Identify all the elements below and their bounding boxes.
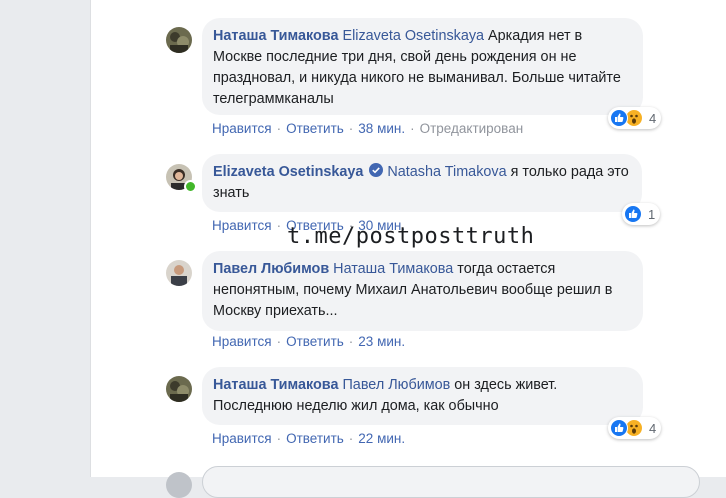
like-link[interactable]: Нравится [212, 121, 272, 136]
avatar[interactable] [166, 27, 192, 53]
comment-author[interactable]: Elizaveta Osetinskaya [213, 164, 363, 180]
separator: · [348, 431, 354, 446]
comment-bubble: Павел Любимов Наташа Тимакова тогда оста… [202, 251, 643, 331]
reaction-count: 4 [649, 110, 657, 126]
separator: · [276, 218, 282, 233]
comment-author[interactable]: Павел Любимов [213, 261, 329, 277]
comment-actions: Нравится · Ответить · 22 мин. [212, 431, 405, 446]
comment-bubble: Наташа Тимакова Павел Любимов он здесь ж… [202, 367, 643, 425]
current-user-avatar [166, 472, 192, 498]
separator: · [276, 431, 282, 446]
reaction-count: 4 [649, 420, 657, 436]
reaction-summary[interactable]: 4 [608, 107, 662, 129]
avatar[interactable] [166, 376, 192, 402]
reply-link[interactable]: Ответить [286, 431, 344, 446]
comment-time[interactable]: 38 мин. [358, 121, 405, 136]
watermark: t.me/postposttruth [287, 224, 535, 249]
reaction-summary[interactable]: 1 [622, 203, 661, 225]
like-link[interactable]: Нравится [212, 334, 272, 349]
reply-link[interactable]: Ответить [286, 334, 344, 349]
comment-time[interactable]: 22 мин. [358, 431, 405, 446]
thumbs-up-icon [610, 419, 628, 437]
comment-mention[interactable]: Natasha Timakova [387, 164, 506, 180]
separator: · [348, 334, 354, 349]
verified-badge-icon [369, 163, 384, 177]
like-link[interactable]: Нравится [212, 218, 272, 233]
reaction-count: 1 [648, 206, 656, 222]
comment-mention[interactable]: Павел Любимов [342, 377, 450, 393]
comment-author[interactable]: Наташа Тимакова [213, 377, 338, 393]
separator: · [410, 121, 415, 136]
separator: · [276, 334, 282, 349]
online-status-indicator [184, 180, 197, 193]
thumbs-up-icon [624, 205, 642, 223]
comment-time[interactable]: 23 мин. [358, 334, 405, 349]
separator: · [348, 121, 354, 136]
comment-author[interactable]: Наташа Тимакова [213, 28, 338, 44]
comment-mention[interactable]: Наташа Тимакова [333, 261, 453, 277]
like-link[interactable]: Нравится [212, 431, 272, 446]
edited-label: Отредактирован [419, 121, 524, 136]
comment-actions: Нравится · Ответить · 23 мин. [212, 334, 405, 349]
comment-bubble: Наташа Тимакова Elizaveta Osetinskaya Ар… [202, 18, 643, 115]
comment-actions: Нравится · Ответить · 38 мин. · Отредактирован [212, 121, 523, 136]
comment-mention[interactable]: Elizaveta Osetinskaya [342, 28, 484, 44]
separator: · [276, 121, 282, 136]
reaction-summary[interactable]: 4 [608, 417, 662, 439]
reply-input[interactable] [202, 466, 700, 498]
thumbs-up-icon [610, 109, 628, 127]
avatar[interactable] [166, 260, 192, 286]
reply-link[interactable]: Ответить [286, 121, 344, 136]
comment-bubble: Elizaveta Osetinskaya Natasha Timakova я… [202, 154, 642, 212]
